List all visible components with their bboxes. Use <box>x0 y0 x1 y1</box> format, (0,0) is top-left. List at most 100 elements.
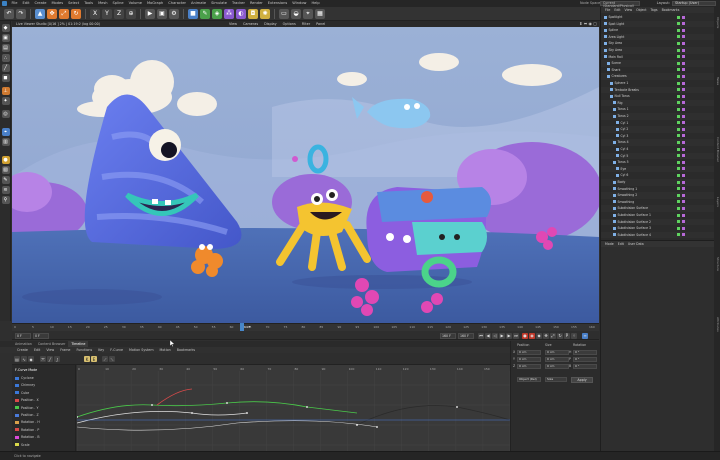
visibility-toggle-icon[interactable] <box>677 28 680 32</box>
side-tab-objects[interactable]: Objects <box>714 17 720 28</box>
apply-button[interactable]: Apply <box>571 377 593 383</box>
timeline-tree-row[interactable]: Position . Z <box>15 412 39 418</box>
visibility-toggle-icon[interactable] <box>677 160 680 164</box>
deformer-icon[interactable]: ◐ <box>236 8 246 19</box>
visibility-toggle-icon[interactable] <box>677 88 680 92</box>
visibility-toggle-icon[interactable] <box>677 94 680 98</box>
viewport[interactable]: View Cameras Display Options Filter Panel Liv… <box>12 21 599 323</box>
object-row[interactable]: Cyl 6 <box>601 172 715 179</box>
size-z-field[interactable]: 0 cm <box>545 364 569 369</box>
object-row[interactable]: Smoothing <box>601 199 715 206</box>
tweak-mode-icon[interactable]: ✦ <box>1 97 10 105</box>
visibility-toggle-icon[interactable] <box>677 74 680 78</box>
tag-icon[interactable] <box>682 193 685 197</box>
visibility-toggle-icon[interactable] <box>677 68 680 72</box>
object-row[interactable]: Main Rail <box>601 54 715 61</box>
tag-icon[interactable] <box>682 61 685 65</box>
menu-item-volume[interactable]: Volume <box>126 0 144 7</box>
size-x-field[interactable]: 0 cm <box>545 350 569 355</box>
tag-icon[interactable] <box>682 15 685 19</box>
visibility-toggle-icon[interactable] <box>677 15 680 19</box>
object-row[interactable]: Tentacle Breaks <box>601 86 715 94</box>
rotate-tool-icon[interactable]: ↻ <box>71 8 81 19</box>
side-tab-takes[interactable]: Takes <box>714 77 720 85</box>
keyframe-selection-icon[interactable]: ◆ <box>536 332 542 339</box>
start-frame-field[interactable]: 0 F <box>15 332 31 339</box>
tag-icon[interactable] <box>682 220 685 224</box>
object-row[interactable]: Cyl 4 <box>601 146 715 153</box>
tag-icon[interactable] <box>682 154 685 158</box>
visibility-toggle-icon[interactable] <box>677 180 680 184</box>
timeline-tree-row[interactable]: Cube <box>15 390 29 396</box>
menu-item-character[interactable]: Character <box>166 0 189 7</box>
tag-icon[interactable] <box>682 81 685 85</box>
visibility-toggle-icon[interactable] <box>677 134 680 138</box>
object-row[interactable]: Torus 2 <box>601 113 715 120</box>
layout-dropdown[interactable]: Startup (User) <box>672 1 716 6</box>
menu-item-mesh[interactable]: Mesh <box>96 0 110 7</box>
edges-mode-icon[interactable]: ╱ <box>1 64 10 72</box>
size-y-field[interactable]: 0 cm <box>545 357 569 362</box>
select-tool-icon[interactable]: ▲ <box>35 8 45 19</box>
points-mode-icon[interactable]: ∴ <box>1 54 10 62</box>
object-row[interactable]: Sphere 1 <box>601 80 715 87</box>
tag-icon[interactable] <box>682 94 685 98</box>
timeline-tree-row[interactable]: Rotation . H <box>15 419 40 425</box>
range-end-field[interactable]: 160 F <box>458 332 474 339</box>
menu-item-edit[interactable]: Edit <box>20 0 32 7</box>
tangent-icon[interactable]: ⟋ <box>102 356 108 362</box>
tag-icon[interactable] <box>682 22 685 26</box>
attribute-menu-edit[interactable]: Edit <box>616 241 626 247</box>
play-backward-icon[interactable]: ◁ <box>492 332 498 339</box>
visibility-toggle-icon[interactable] <box>677 114 680 118</box>
tag-icon[interactable] <box>682 147 685 151</box>
object-row[interactable]: Torus 5 <box>601 159 715 166</box>
menu-item-help[interactable]: Help <box>309 0 322 7</box>
hair-icon[interactable]: ≋ <box>1 186 10 194</box>
end-frame-field[interactable]: 160 F <box>440 332 456 339</box>
tag-icon[interactable] <box>682 180 685 184</box>
menu-item-spline[interactable]: Spline <box>110 0 126 7</box>
z-axis-icon[interactable]: Z <box>114 8 124 19</box>
locked-workplane-icon[interactable]: ▥ <box>1 138 10 146</box>
visibility-toggle-icon[interactable] <box>677 140 680 144</box>
menu-item-select[interactable]: Select <box>66 0 82 7</box>
menu-item-render[interactable]: Render <box>247 0 265 7</box>
visibility-toggle-icon[interactable] <box>677 187 680 191</box>
rotation-h-field[interactable]: 0 ° <box>573 350 597 355</box>
menu-item-animate[interactable]: Animate <box>189 0 209 7</box>
menu-item-window[interactable]: Window <box>290 0 309 7</box>
visibility-toggle-icon[interactable] <box>677 81 680 85</box>
object-row[interactable]: Subdivision Surface <box>601 205 715 212</box>
side-tab-content-browser[interactable]: Content Browser <box>714 137 720 162</box>
tag-icon[interactable] <box>682 121 685 125</box>
play-icon[interactable]: ▶ <box>499 332 505 339</box>
tag-icon[interactable] <box>682 114 685 118</box>
visibility-toggle-icon[interactable] <box>677 55 680 59</box>
uv-icon[interactable]: ▧ <box>1 166 10 174</box>
visibility-toggle-icon[interactable] <box>677 61 680 65</box>
side-tab-layers[interactable]: Layers <box>714 197 720 207</box>
next-key-icon[interactable]: ▶ <box>506 332 512 339</box>
object-row[interactable]: Cyl 2 <box>601 126 715 133</box>
ease-preset-icon[interactable]: E <box>91 356 97 362</box>
cube-icon[interactable]: ■ <box>188 8 198 19</box>
rigging-icon[interactable]: ⚲ <box>1 196 10 204</box>
object-row[interactable]: Spotlight <box>601 14 715 21</box>
position-x-field[interactable]: 0 cm <box>517 350 541 355</box>
object-row[interactable]: Subdivision Surface 2 <box>601 218 715 226</box>
timeline-ruler[interactable]: 0 5 10 15 20 25 30 35 40 45 50 55 60 65 70 75 80 85 90 95 10… <box>12 323 599 331</box>
pen-icon[interactable]: ✎ <box>200 8 210 19</box>
redo-icon[interactable]: ↷ <box>16 8 26 19</box>
visibility-toggle-icon[interactable] <box>677 167 680 171</box>
parameter-key-icon[interactable]: P <box>564 332 570 339</box>
visibility-toggle-icon[interactable] <box>677 193 680 197</box>
snap-icon[interactable]: ⌖ <box>303 8 313 19</box>
visibility-toggle-icon[interactable] <box>677 35 680 39</box>
object-row[interactable]: Cyl 5 <box>601 152 715 160</box>
model-mode-icon[interactable]: ▣ <box>1 34 10 42</box>
undo-icon[interactable]: ↶ <box>4 8 14 19</box>
object-row[interactable]: Body <box>601 179 715 186</box>
tag-icon[interactable] <box>682 134 685 138</box>
node-space-dropdown[interactable]: Current (Standard/Physical) <box>600 1 640 8</box>
